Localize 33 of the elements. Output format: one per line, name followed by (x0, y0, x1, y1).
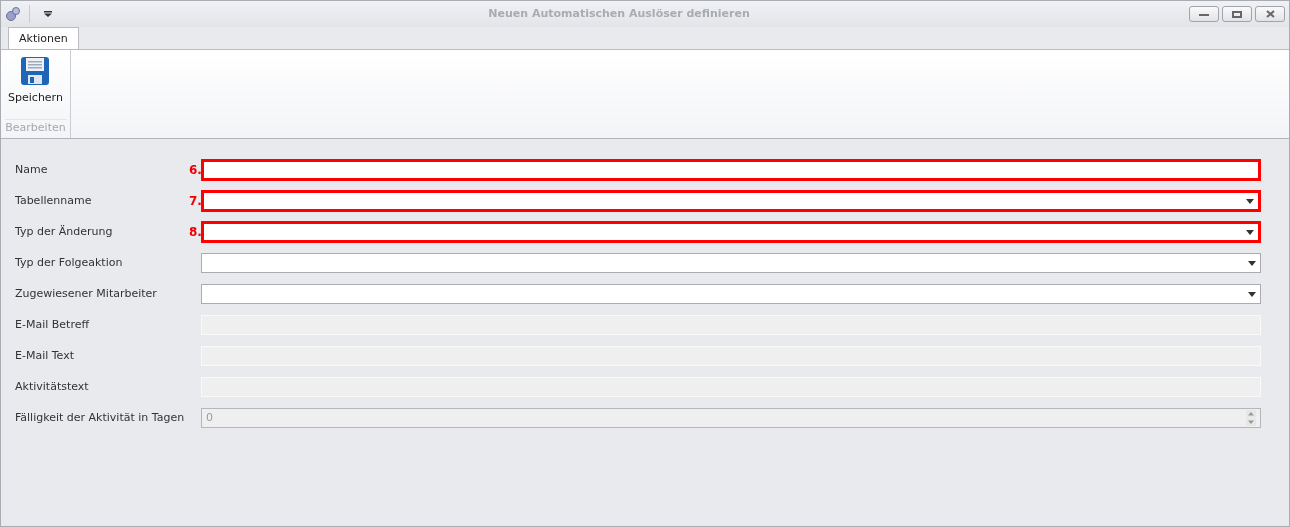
maximize-button[interactable] (1222, 6, 1252, 22)
field-label: Typ der Änderung (15, 223, 114, 240)
save-button[interactable]: Speichern (6, 50, 65, 107)
field-label: Name (15, 161, 49, 178)
dropdown-arrow-icon[interactable] (1246, 229, 1254, 235)
minimize-button[interactable] (1189, 6, 1219, 22)
field-label: Fälligkeit der Aktivität in Tagen (15, 409, 186, 426)
dropdown-arrow-icon[interactable] (1248, 260, 1256, 266)
maximize-icon (1232, 10, 1242, 18)
ribbon-tab[interactable]: Aktionen (8, 27, 79, 49)
minimize-icon (1199, 12, 1209, 16)
annotation-number: 6. (189, 162, 201, 179)
dropdown-arrow-icon[interactable] (1246, 198, 1254, 204)
dropdown-field[interactable] (201, 284, 1261, 304)
dropdown-field[interactable] (201, 190, 1261, 212)
dropdown-field[interactable] (201, 253, 1261, 273)
dropdown-arrow-icon[interactable] (1248, 291, 1256, 297)
close-icon (1265, 10, 1275, 18)
close-button[interactable] (1255, 6, 1285, 22)
field-label: E-Mail Betreff (15, 316, 91, 333)
annotation-number: 7. (189, 193, 201, 210)
annotation-number: 8. (189, 224, 201, 241)
field-label: Tabellenname (15, 192, 93, 209)
field-label: Zugewiesener Mitarbeiter (15, 285, 158, 302)
window-title: Neuen Automatischen Auslöser definieren (487, 5, 751, 22)
field-label: Aktivitätstext (15, 378, 90, 395)
dropdown-field[interactable] (201, 221, 1261, 243)
field-label: Typ der Folgeaktion (15, 254, 124, 271)
gears-icon[interactable] (5, 6, 21, 22)
group-label: Bearbeiten (4, 118, 67, 138)
input-field[interactable] (201, 159, 1261, 181)
field-label: E-Mail Text (15, 347, 75, 364)
dropdown-icon[interactable] (44, 11, 52, 17)
